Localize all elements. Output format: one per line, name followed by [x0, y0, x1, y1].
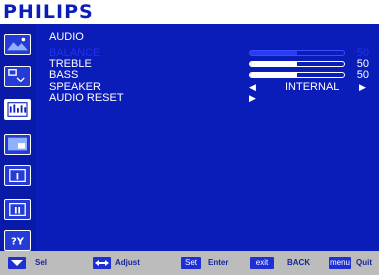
adjust-label: Adjust — [115, 258, 140, 267]
svg-text:I: I — [16, 173, 19, 183]
balance-slider[interactable] — [249, 50, 345, 56]
bass-label: BASS — [49, 69, 79, 81]
set-key-icon: Set — [181, 257, 201, 269]
select-arrows-icon — [8, 257, 26, 269]
speaker-right-arrow-icon[interactable]: ▶ — [359, 82, 366, 93]
speaker-left-arrow-icon[interactable]: ◀ — [249, 82, 256, 93]
quit-label: Quit — [356, 258, 372, 267]
audio-reset-label: AUDIO RESET — [49, 92, 124, 104]
speaker-value: INTERNAL — [285, 81, 340, 93]
configuration1-icon[interactable]: I — [4, 165, 31, 186]
audio-reset-arrow-icon[interactable]: ▶ — [249, 93, 256, 104]
enter-label: Enter — [208, 258, 229, 267]
menu-item-balance[interactable]: BALANCE 50 — [49, 48, 369, 59]
screen-icon[interactable] — [4, 66, 31, 87]
brand-logo: PHILIPS — [3, 1, 94, 23]
adjust-arrows-icon — [93, 257, 111, 269]
svg-text:?Y: ?Y — [11, 237, 25, 248]
menu-key-icon: menu — [329, 257, 351, 269]
treble-slider-fill — [250, 62, 297, 66]
audio-icon[interactable] — [4, 99, 31, 120]
sel-label: Sel — [35, 258, 48, 267]
sidebar: I II ?Y — [0, 24, 36, 251]
menu-item-bass[interactable]: BASS 50 — [49, 70, 369, 81]
picture-icon[interactable] — [4, 34, 31, 55]
exit-key-icon: exit — [250, 257, 274, 269]
configuration2-icon[interactable]: II — [4, 199, 31, 220]
balance-slider-fill — [250, 51, 297, 55]
bass-value: 50 — [356, 69, 369, 81]
menu-item-audio-reset[interactable]: AUDIO RESET ▶ — [49, 93, 369, 104]
bass-slider-fill — [250, 73, 297, 77]
svg-text:II: II — [14, 207, 21, 217]
pip-icon[interactable] — [4, 134, 31, 155]
menu-item-treble[interactable]: TREBLE 50 — [49, 59, 369, 70]
header-bar: PHILIPS — [0, 0, 379, 24]
section-title: AUDIO — [49, 31, 84, 43]
back-label: BACK — [287, 258, 311, 267]
footer-help-bar: Sel Adjust Set Enter exit BACK menu Quit — [0, 251, 379, 275]
advanced-option-icon[interactable]: ?Y — [4, 230, 31, 251]
treble-slider[interactable] — [249, 61, 345, 67]
bass-slider[interactable] — [249, 72, 345, 78]
